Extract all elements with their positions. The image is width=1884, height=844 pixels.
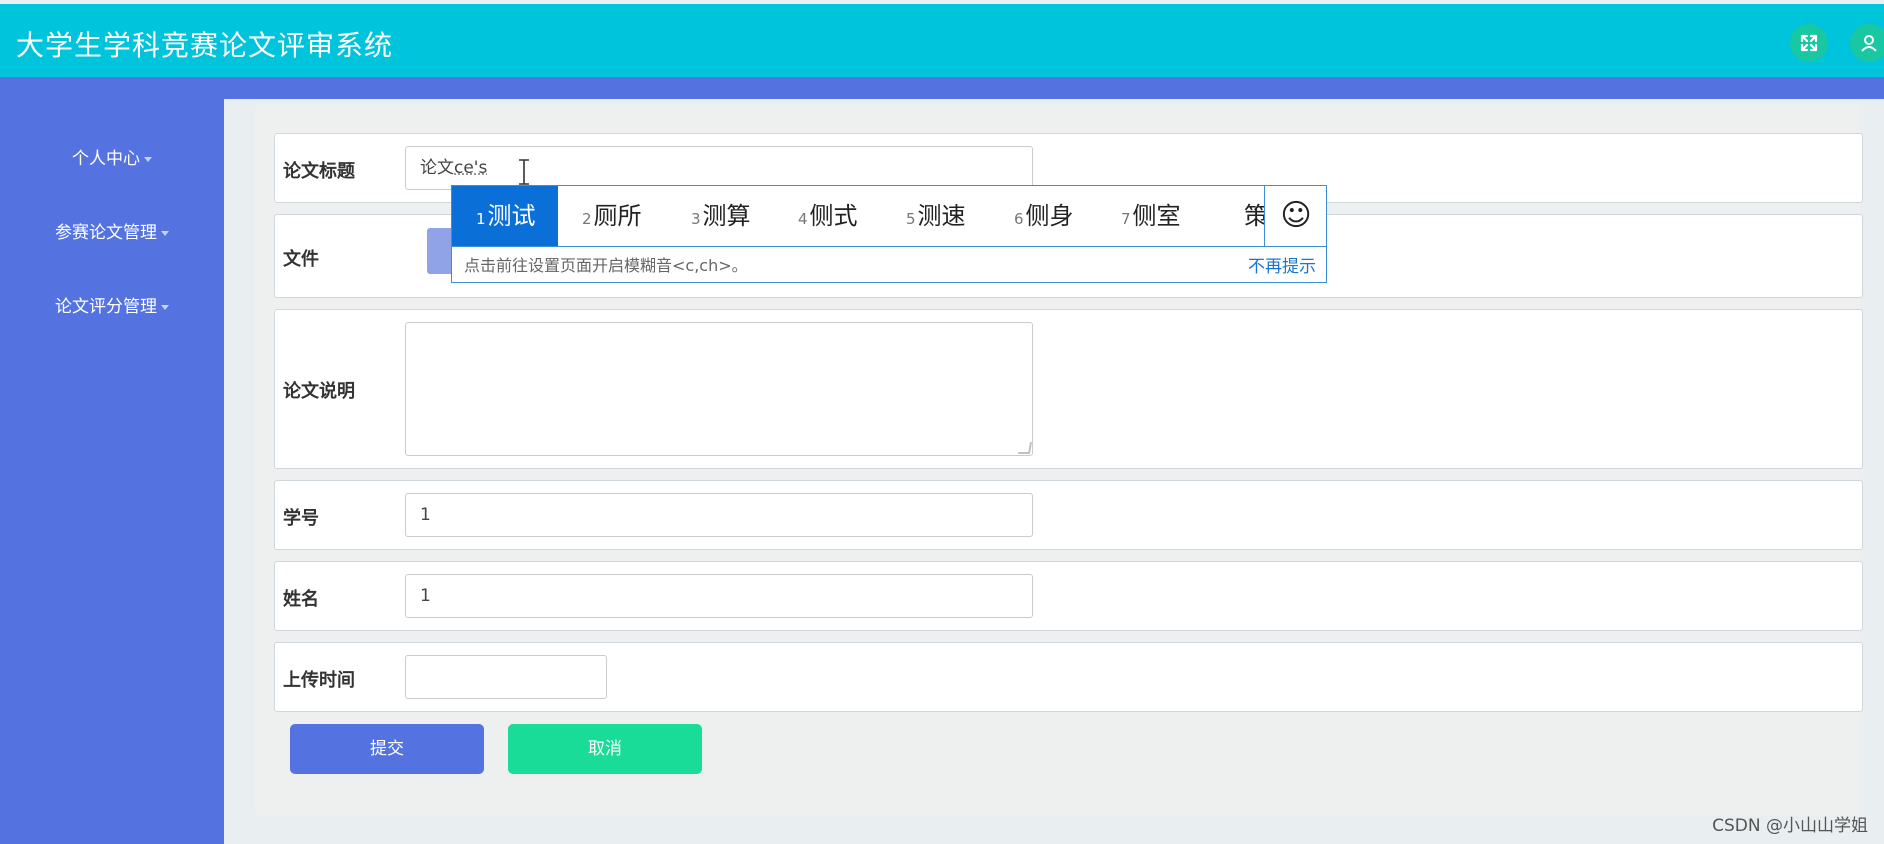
student-id-input[interactable]: 1 xyxy=(405,493,1033,537)
sidebar-item-personal-center[interactable]: 个人中心 xyxy=(0,144,224,169)
chevron-down-icon xyxy=(161,304,169,310)
ime-candidate[interactable]: 3测算 xyxy=(691,186,751,246)
title-value: 论文 xyxy=(420,158,454,178)
form-row-name: 姓名 1 xyxy=(274,561,1863,631)
resize-grip-icon[interactable] xyxy=(1017,442,1033,454)
sub-header-bar xyxy=(0,77,1884,99)
upload-time-label: 上传时间 xyxy=(283,670,355,691)
ime-candidate[interactable]: 4侧式 xyxy=(798,186,858,246)
form-row-description: 论文说明 xyxy=(274,309,1863,469)
fullscreen-button[interactable] xyxy=(1790,24,1828,62)
sidebar-item-label: 参赛论文管理 xyxy=(55,223,157,243)
title-input[interactable]: 论文ce's xyxy=(405,146,1033,190)
sidebar-item-label: 个人中心 xyxy=(72,149,140,169)
ime-dismiss-link[interactable]: 不再提示 xyxy=(1248,252,1316,277)
text-cursor-icon xyxy=(519,159,529,185)
sidebar-item-score-management[interactable]: 论文评分管理 xyxy=(0,292,224,317)
ime-candidate-popup: 1测试 2厕所 3测算 4侧式 5测速 6侧身 7侧室 策 ☺ 点击前往设置页面… xyxy=(451,185,1327,283)
upload-time-input[interactable] xyxy=(405,655,607,699)
cancel-button[interactable]: 取消 xyxy=(508,724,702,774)
sidebar: 个人中心 参赛论文管理 论文评分管理 xyxy=(0,99,224,844)
submit-button[interactable]: 提交 xyxy=(290,724,484,774)
smiley-icon[interactable]: ☺ xyxy=(1264,186,1327,246)
description-label: 论文说明 xyxy=(283,381,355,402)
sidebar-item-label: 论文评分管理 xyxy=(55,297,157,317)
user-menu-button[interactable] xyxy=(1850,24,1884,62)
app-window: 大学生学科竞赛论文评审系统 个人中心 参赛论文管理 论文评分管理 论文标题 论文… xyxy=(0,0,1884,844)
chevron-down-icon xyxy=(161,230,169,236)
ime-candidate-list: 1测试 2厕所 3测算 4侧式 5测速 6侧身 7侧室 策 xyxy=(452,186,1264,246)
ime-candidate[interactable]: 5测速 xyxy=(906,186,966,246)
name-label: 姓名 xyxy=(283,589,319,610)
ime-hint-text[interactable]: 点击前往设置页面开启模糊音<c,ch>。 xyxy=(464,252,748,276)
ime-candidate[interactable]: 7侧室 xyxy=(1121,186,1181,246)
ime-candidate[interactable]: 1测试 xyxy=(452,186,558,246)
name-input[interactable]: 1 xyxy=(405,574,1033,618)
form-row-student-id: 学号 1 xyxy=(274,480,1863,550)
description-textarea[interactable] xyxy=(405,322,1033,456)
file-label: 文件 xyxy=(283,249,319,270)
chevron-down-icon xyxy=(144,156,152,162)
form-row-upload-time: 上传时间 xyxy=(274,642,1863,712)
user-avatar-icon xyxy=(1861,35,1877,52)
ime-candidate[interactable]: 策 xyxy=(1242,186,1264,246)
app-title: 大学生学科竞赛论文评审系统 xyxy=(16,29,394,62)
watermark: CSDN @小山山学姐 xyxy=(1712,816,1868,836)
composing-text: ce's xyxy=(454,158,488,178)
top-header: 大学生学科竞赛论文评审系统 xyxy=(0,4,1884,77)
ime-candidate[interactable]: 2厕所 xyxy=(582,186,642,246)
expand-arrows-icon xyxy=(1800,34,1818,52)
ime-divider xyxy=(452,246,1326,247)
student-id-label: 学号 xyxy=(283,508,319,529)
sidebar-item-paper-management[interactable]: 参赛论文管理 xyxy=(0,218,224,243)
title-label: 论文标题 xyxy=(283,161,355,182)
ime-candidate[interactable]: 6侧身 xyxy=(1014,186,1074,246)
